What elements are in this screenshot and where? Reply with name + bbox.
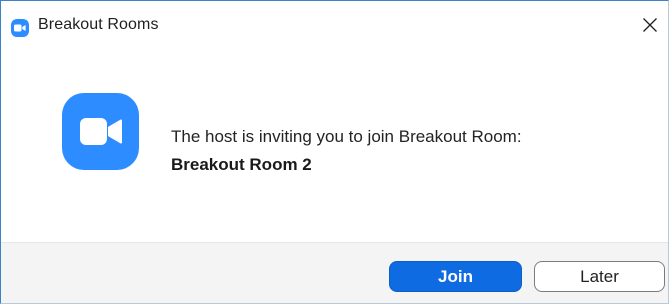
join-button[interactable]: Join: [389, 261, 522, 292]
window-title: Breakout Rooms: [38, 16, 159, 33]
close-icon: [643, 18, 657, 32]
later-button[interactable]: Later: [534, 261, 665, 292]
invite-message: The host is inviting you to join Breakou…: [171, 123, 522, 179]
breakout-rooms-dialog: Breakout Rooms The host is inviting you …: [0, 0, 669, 304]
zoom-app-icon: [62, 93, 139, 170]
zoom-camera-icon: [11, 19, 29, 37]
dialog-content: The host is inviting you to join Breakou…: [1, 55, 668, 242]
room-name: Breakout Room 2: [171, 155, 312, 174]
close-button[interactable]: [636, 11, 664, 39]
title-bar: Breakout Rooms: [1, 1, 668, 55]
invite-text: The host is inviting you to join Breakou…: [171, 127, 522, 146]
dialog-footer: Join Later: [1, 242, 668, 303]
